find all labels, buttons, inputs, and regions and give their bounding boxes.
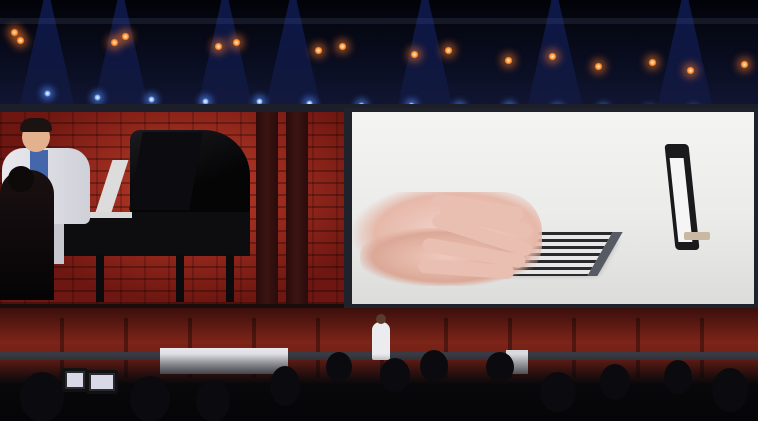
stage-light-icon <box>214 42 223 51</box>
pillar <box>256 112 278 304</box>
piano-leg <box>226 254 234 302</box>
stage-light-icon <box>740 60 749 69</box>
stage-light-icon <box>314 46 323 55</box>
audience-head <box>712 368 748 412</box>
piano-leg <box>176 254 184 302</box>
stage-light-icon <box>16 36 25 45</box>
stage-light-icon <box>648 58 657 67</box>
stage-light-icon <box>110 38 119 47</box>
stage-photo <box>0 0 758 421</box>
piano-leg <box>96 254 104 302</box>
audience-head <box>270 366 300 406</box>
pianist-hair <box>20 118 52 132</box>
lighting-truss <box>0 0 758 140</box>
stage-light-icon <box>686 66 695 75</box>
stage-light-icon <box>338 42 347 51</box>
stage-light-icon <box>410 50 419 59</box>
stage-light-icon <box>232 38 241 47</box>
audience-head <box>486 352 514 382</box>
stage-light-icon <box>121 32 130 41</box>
stage-light-icon <box>44 90 51 97</box>
audience-head <box>420 350 448 382</box>
camera-icon <box>86 370 118 394</box>
presenter-head <box>376 314 386 324</box>
audience-head <box>130 376 170 421</box>
stage-light-icon <box>594 62 603 71</box>
phone-stand <box>684 232 710 240</box>
stage-light-icon <box>148 96 155 103</box>
audience-head <box>600 364 630 400</box>
projection-screen <box>352 112 754 304</box>
audience-head <box>540 372 576 412</box>
audience-head <box>196 380 230 421</box>
audience-head <box>20 372 64 421</box>
stage-light-icon <box>444 46 453 55</box>
pillar <box>286 112 308 304</box>
audience-head <box>380 358 410 392</box>
stage-light-icon <box>504 56 513 65</box>
camera-icon <box>62 368 88 392</box>
camera-operator-head <box>8 166 34 192</box>
stage-light-icon <box>94 94 101 101</box>
stage-light-icon <box>548 52 557 61</box>
audience-head <box>664 360 692 394</box>
audience-head <box>326 352 352 382</box>
